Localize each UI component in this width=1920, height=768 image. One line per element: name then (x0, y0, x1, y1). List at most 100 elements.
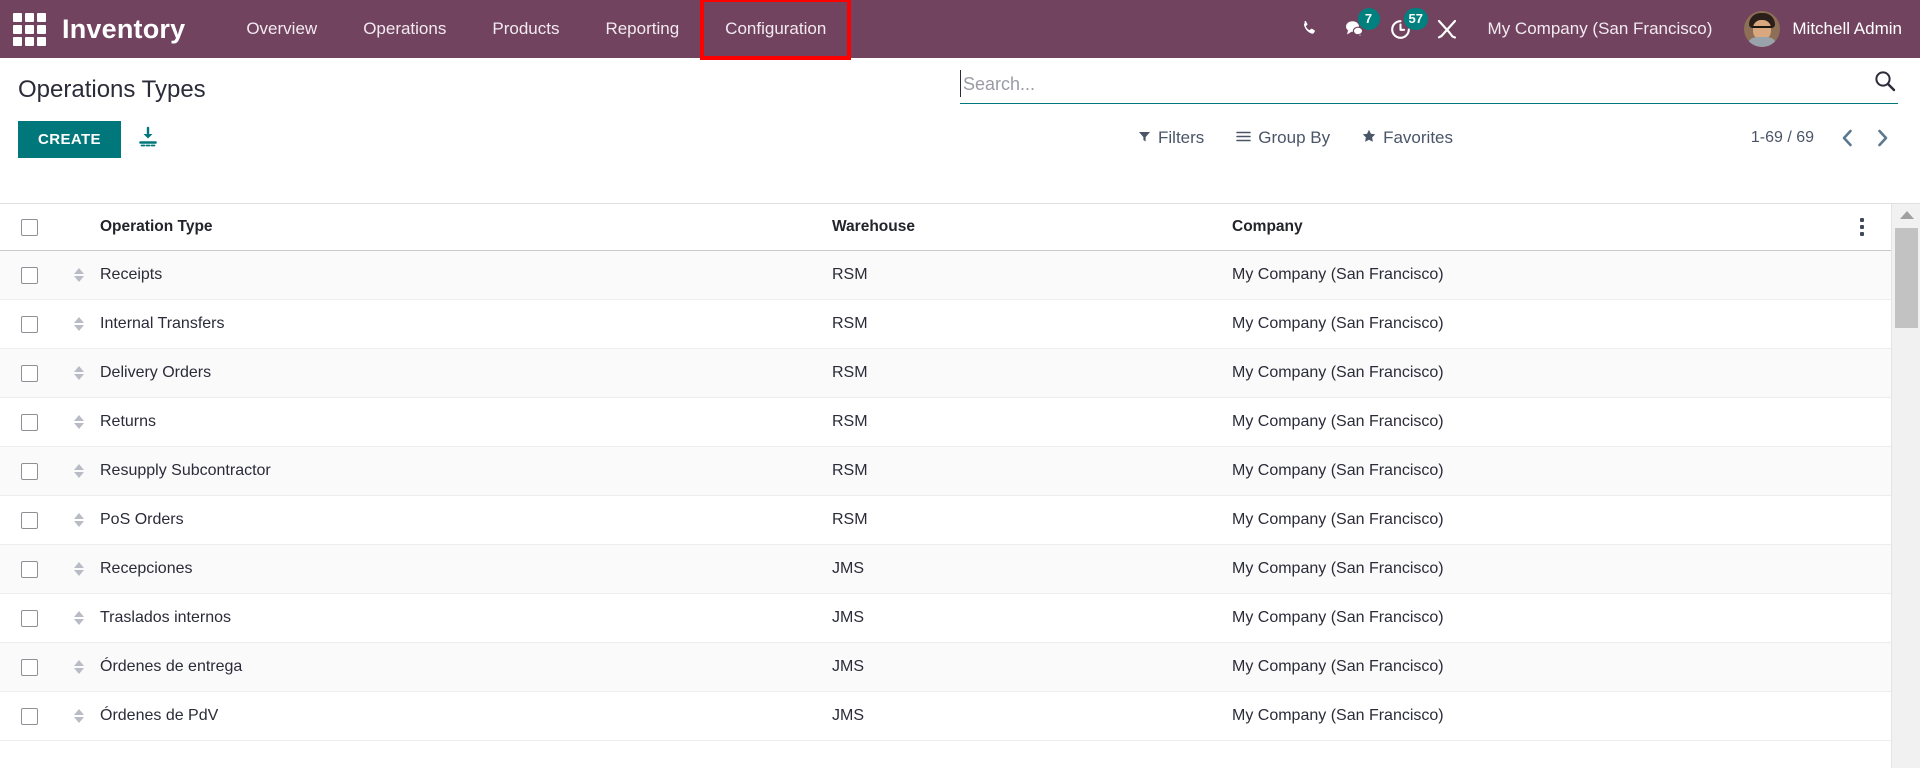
row-checkbox[interactable] (20, 315, 38, 333)
table-row[interactable]: Internal Transfers RSM My Company (San F… (0, 299, 1891, 349)
drag-handle-icon[interactable] (58, 709, 100, 723)
row-options-cell (1832, 397, 1891, 447)
drag-handle-icon[interactable] (58, 611, 100, 625)
row-options-cell (1832, 495, 1891, 545)
row-select-cell (0, 691, 58, 741)
row-checkbox[interactable] (20, 609, 38, 627)
menu-item-products-label: Products (492, 19, 560, 38)
list-scrollbar[interactable] (1891, 204, 1920, 768)
menu-item-configuration[interactable]: Configuration (700, 0, 852, 60)
table-row[interactable]: Resupply Subcontractor RSM My Company (S… (0, 446, 1891, 496)
group-by-lines-icon (1236, 128, 1252, 148)
cell-company: My Company (San Francisco) (1232, 299, 1832, 349)
activities-clock-icon[interactable]: 57 (1378, 0, 1429, 58)
app-brand-inventory[interactable]: Inventory (58, 14, 191, 45)
search-input[interactable] (960, 70, 1866, 97)
cell-operation-type: Receipts (100, 250, 832, 300)
pager-count: 1-69 / 69 (1750, 129, 1814, 146)
table-row[interactable]: Órdenes de entrega JMS My Company (San F… (0, 642, 1891, 692)
cell-company: My Company (San Francisco) (1232, 691, 1832, 741)
filters-dropdown[interactable]: Filters (1138, 128, 1204, 148)
pager-previous-button[interactable] (1832, 126, 1862, 150)
row-checkbox[interactable] (20, 658, 38, 676)
cell-operation-type: Órdenes de PdV (100, 691, 832, 741)
scrollbar-thumb[interactable] (1895, 228, 1918, 328)
drag-handle-icon[interactable] (58, 366, 100, 380)
company-switcher[interactable]: My Company (San Francisco) (1470, 19, 1735, 39)
favorites-dropdown[interactable]: Favorites (1362, 128, 1453, 148)
row-handle-cell (58, 495, 100, 545)
messages-icon[interactable]: 7 (1332, 0, 1380, 58)
row-checkbox[interactable] (20, 560, 38, 578)
user-menu[interactable]: Mitchell Admin (1734, 11, 1902, 47)
row-checkbox[interactable] (20, 707, 38, 725)
menu-item-reporting-label: Reporting (605, 19, 680, 38)
phone-icon[interactable] (1286, 0, 1332, 58)
row-checkbox[interactable] (20, 462, 38, 480)
drag-handle-icon[interactable] (58, 464, 100, 478)
drag-handle-icon[interactable] (58, 513, 100, 527)
table-row[interactable]: Traslados internos JMS My Company (San F… (0, 593, 1891, 643)
menu-item-operations[interactable]: Operations (340, 0, 469, 58)
menu-item-configuration-label: Configuration (725, 19, 827, 38)
table-row[interactable]: Delivery Orders RSM My Company (San Fran… (0, 348, 1891, 398)
cell-warehouse: JMS (832, 593, 1232, 643)
row-options-cell (1832, 250, 1891, 300)
cell-warehouse: RSM (832, 495, 1232, 545)
select-all-checkbox[interactable] (20, 218, 38, 236)
table-row[interactable]: PoS Orders RSM My Company (San Francisco… (0, 495, 1891, 545)
scroll-up-arrow-icon[interactable] (1892, 204, 1920, 226)
table-row[interactable]: Recepciones JMS My Company (San Francisc… (0, 544, 1891, 594)
main-menu: Overview Operations Products Reporting C… (223, 0, 852, 60)
drag-handle-icon[interactable] (58, 317, 100, 331)
filter-funnel-icon (1138, 128, 1151, 148)
row-select-cell (0, 544, 58, 594)
favorites-label: Favorites (1383, 128, 1454, 147)
row-select-cell (0, 593, 58, 643)
column-header-operation-type[interactable]: Operation Type (100, 204, 832, 251)
table-body: Receipts RSM My Company (San Francisco) … (0, 250, 1891, 741)
row-checkbox[interactable] (20, 364, 38, 382)
group-by-dropdown[interactable]: Group By (1236, 128, 1330, 148)
cell-warehouse: JMS (832, 691, 1232, 741)
search-area: Filters Group By Favorites 1-69 / 69 (960, 70, 1920, 150)
menu-item-reporting[interactable]: Reporting (582, 0, 702, 58)
table-header: Operation Type Warehouse Company (0, 204, 1891, 251)
table-row[interactable]: Órdenes de PdV JMS My Company (San Franc… (0, 691, 1891, 741)
drag-handle-icon[interactable] (58, 660, 100, 674)
drag-handle-icon[interactable] (58, 562, 100, 576)
drag-handle-icon[interactable] (58, 268, 100, 282)
control-panel: Operations Types CREATE Search... Filter… (0, 58, 1920, 203)
search-row (960, 70, 1898, 104)
row-checkbox[interactable] (20, 413, 38, 431)
search-icon[interactable] (1866, 70, 1898, 97)
operations-types-table: Operation Type Warehouse Company Receipt… (0, 204, 1891, 741)
cell-operation-type: Delivery Orders (100, 348, 832, 398)
developer-tools-icon[interactable] (1424, 0, 1470, 58)
drag-handle-icon[interactable] (58, 415, 100, 429)
pager-next-button[interactable] (1868, 126, 1898, 150)
row-select-cell (0, 250, 58, 300)
menu-item-overview[interactable]: Overview (223, 0, 340, 58)
cell-company: My Company (San Francisco) (1232, 397, 1832, 447)
cell-warehouse: RSM (832, 299, 1232, 349)
row-handle-cell (58, 593, 100, 643)
row-options-cell (1832, 642, 1891, 692)
table-row[interactable]: Returns RSM My Company (San Francisco) (0, 397, 1891, 447)
row-checkbox[interactable] (20, 511, 38, 529)
row-checkbox[interactable] (20, 266, 38, 284)
list-options-dots-icon[interactable] (1832, 218, 1891, 236)
import-download-icon[interactable] (137, 126, 159, 153)
row-handle-cell (58, 691, 100, 741)
row-options-cell (1832, 593, 1891, 643)
options-header-cell (1832, 204, 1891, 251)
row-options-cell (1832, 348, 1891, 398)
column-header-warehouse[interactable]: Warehouse (832, 204, 1232, 251)
column-header-company[interactable]: Company (1232, 204, 1832, 251)
row-handle-cell (58, 348, 100, 398)
create-button[interactable]: CREATE (18, 121, 121, 158)
menu-item-products[interactable]: Products (469, 0, 582, 58)
row-select-cell (0, 397, 58, 447)
table-row[interactable]: Receipts RSM My Company (San Francisco) (0, 250, 1891, 300)
apps-grid-icon[interactable] (0, 0, 58, 58)
